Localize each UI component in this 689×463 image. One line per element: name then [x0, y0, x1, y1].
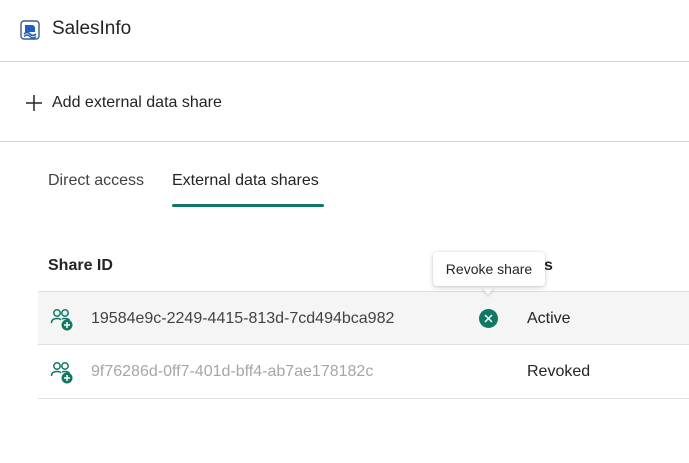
share-id-value: 9f76286d-0ff7-401d-bff4-ab7ae178182c: [91, 363, 374, 380]
share-id-value: 19584e9c-2249-4415-813d-7cd494bca982: [91, 310, 395, 327]
tab-direct-access[interactable]: Direct access: [48, 170, 144, 192]
status-value: Active: [527, 310, 571, 327]
status-value: Revoked: [527, 363, 591, 380]
column-header-share-id: Share ID: [48, 257, 113, 274]
people-add-icon: [50, 362, 73, 384]
revoke-share-tooltip: Revoke share: [433, 252, 545, 286]
header: SalesInfo: [0, 0, 689, 62]
command-bar: Add external data share: [0, 62, 689, 142]
revoke-share-button[interactable]: [479, 309, 498, 328]
tab-external-data-shares[interactable]: External data shares: [172, 170, 319, 192]
dismiss-icon: [484, 314, 493, 323]
semantic-model-icon: [20, 20, 40, 40]
page-title: SalesInfo: [52, 18, 132, 39]
table-row[interactable]: 9f76286d-0ff7-401d-bff4-ab7ae178182c Rev…: [38, 345, 689, 399]
people-add-icon: [50, 309, 73, 331]
add-external-data-share-label: Add external data share: [52, 94, 222, 111]
plus-icon: [26, 95, 42, 111]
selected-tab-indicator: [172, 204, 324, 207]
page: SalesInfo Add external data share Direct…: [0, 0, 689, 463]
add-external-data-share-button[interactable]: Add external data share: [24, 90, 222, 116]
table-row[interactable]: 19584e9c-2249-4415-813d-7cd494bca982 Act…: [38, 291, 689, 345]
